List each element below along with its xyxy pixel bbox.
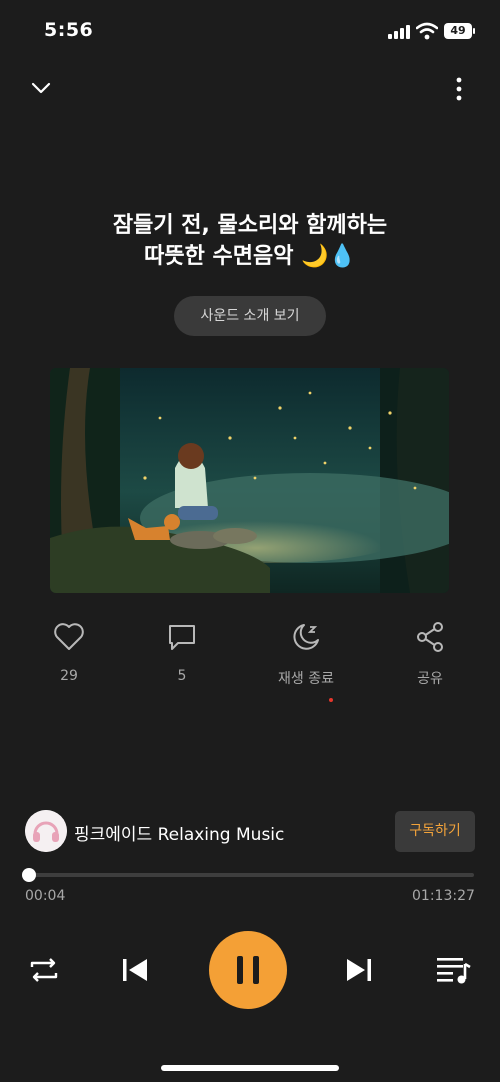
track-title-line2-text: 따뜻한 수면음악 [144,244,294,269]
moon-water-emoji: 🌙💧 [301,244,356,269]
status-time: 5:56 [44,19,94,41]
track-title: 잠들기 전, 물소리와 함께하는 따뜻한 수면음악 🌙💧 [50,210,450,272]
sleep-timer-label: 재생 종료 [278,671,334,687]
playlist-icon[interactable] [434,953,472,987]
sleep-timer-icon [293,624,319,650]
track-title-line1: 잠들기 전, 물소리와 함께하는 [112,213,388,238]
progress-track[interactable] [29,873,474,877]
progress-knob[interactable] [22,868,37,882]
track-title-line2: 따뜻한 수면음악 🌙💧 [50,241,450,272]
cellular-signal-icon [388,25,410,39]
skip-next-icon[interactable] [342,955,376,985]
home-indicator [161,1065,339,1071]
comment-count: 5 [177,668,187,684]
headphones-avatar-icon [25,810,67,852]
share-action[interactable]: 공유 [390,620,470,688]
share-icon [417,622,443,652]
heart-icon [54,623,84,650]
like-count: 29 [60,668,78,684]
skip-previous-icon[interactable] [118,955,152,985]
battery-indicator: 49 [444,23,475,39]
chevron-down-icon[interactable] [30,78,52,98]
comment-icon [169,625,195,650]
elapsed-time: 00:04 [25,888,66,904]
share-label: 공유 [417,671,443,687]
album-artwork [50,368,449,593]
more-vertical-icon[interactable] [449,76,469,102]
repeat-icon[interactable] [26,952,62,988]
pause-button[interactable] [209,931,287,1009]
channel-name[interactable]: 핑크에이드 Relaxing Music [74,820,284,845]
subscribe-button[interactable]: 구독하기 [395,811,475,852]
total-duration: 01:13:27 [412,888,475,904]
sleep-timer-indicator-dot [329,698,333,702]
sleep-timer-action[interactable]: 재생 종료 [266,620,346,688]
like-action[interactable]: 29 [29,620,109,684]
channel-avatar[interactable] [25,810,67,852]
sound-intro-button[interactable]: 사운드 소개 보기 [174,296,326,336]
comment-action[interactable]: 5 [142,620,222,684]
pause-icon [237,956,259,984]
wifi-icon [416,22,438,40]
